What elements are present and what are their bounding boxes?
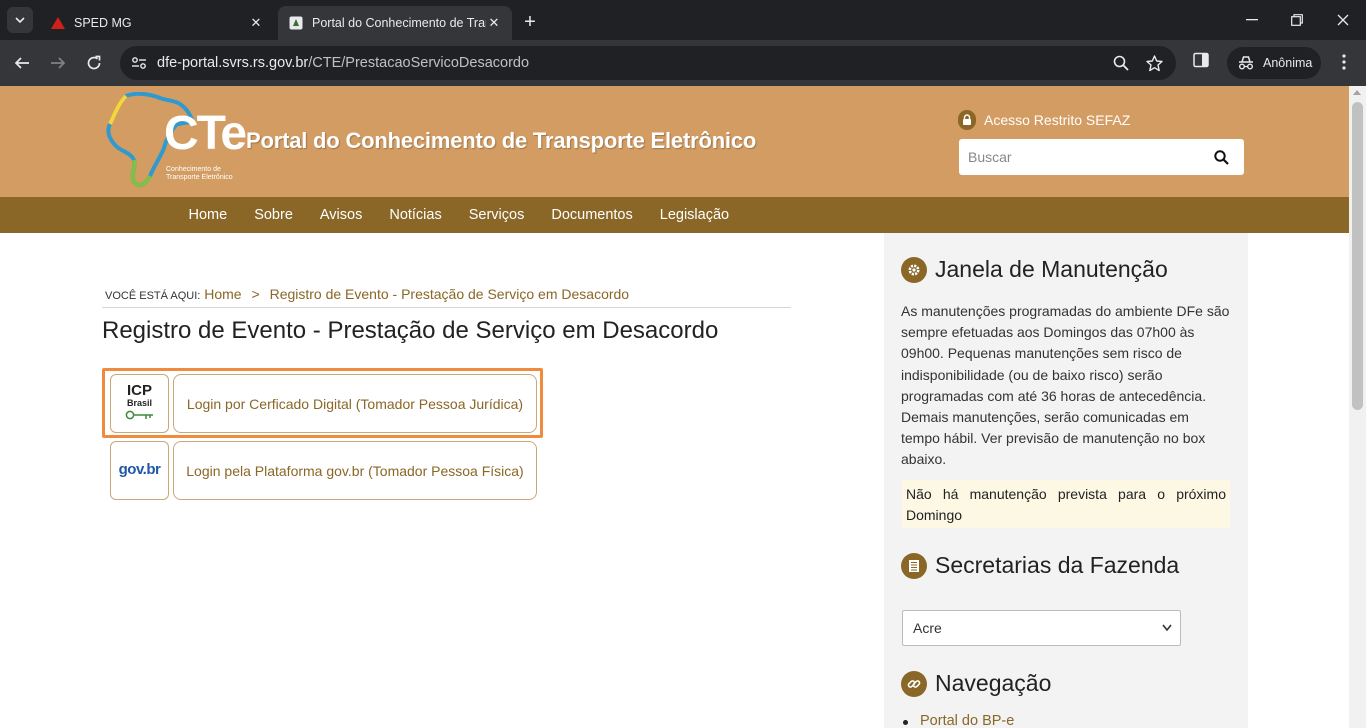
logo-subtext-2: Transporte Eletrônico — [166, 174, 233, 181]
breadcrumb-home-link[interactable]: Home — [204, 286, 241, 302]
reload-icon — [87, 55, 101, 70]
portal-favicon-icon — [288, 15, 304, 31]
list-bullet — [903, 720, 908, 725]
scroll-up-arrow-icon[interactable] — [1353, 90, 1361, 95]
restricted-access-link[interactable]: Acesso Restrito SEFAZ — [958, 110, 1130, 130]
icp-brasil-logo-box[interactable]: ICP Brasil — [110, 374, 169, 433]
maintenance-title: Janela de Manutenção — [935, 256, 1168, 282]
icp-brasil-text: Brasil — [126, 398, 152, 408]
gear-icon — [901, 256, 927, 283]
secretarias-heading: Secretarias da Fazenda — [901, 552, 1179, 579]
address-bar[interactable]: dfe-portal.svrs.rs.gov.br/CTE/PrestacaoS… — [120, 46, 1176, 80]
sped-warning-icon — [50, 15, 66, 31]
menu-item-legislacao[interactable]: Legislação — [646, 197, 742, 233]
search-box — [959, 139, 1244, 175]
search-input[interactable] — [959, 139, 1204, 175]
close-tab-icon[interactable]: ✕ — [248, 15, 264, 31]
breadcrumb-divider — [102, 307, 791, 308]
scrollbar-thumb[interactable] — [1352, 102, 1363, 410]
menu-item-documentos[interactable]: Documentos — [538, 197, 646, 233]
arrow-right-icon — [51, 57, 66, 69]
breadcrumb-separator: > — [251, 286, 260, 302]
url-host: dfe-portal.svrs.rs.gov.br — [157, 55, 309, 71]
maintenance-text: As manutenções programadas do ambiente D… — [901, 303, 1230, 468]
browser-menu-icon[interactable] — [1334, 52, 1354, 72]
page-scrollbar[interactable] — [1349, 86, 1366, 728]
key-icon — [125, 410, 153, 420]
bookmark-star-icon[interactable] — [1144, 53, 1164, 73]
site-header: CTe Conhecimento de Transporte Eletrônic… — [0, 86, 1349, 197]
icp-logo-text: ICP — [126, 382, 152, 399]
chevron-down-icon — [1162, 611, 1172, 659]
logo-text: CTe — [164, 107, 247, 160]
navigation-heading: Navegação — [901, 670, 1051, 697]
page-viewport: CTe Conhecimento de Transporte Eletrônic… — [0, 86, 1366, 728]
tab-sped-mg[interactable]: SPED MG ✕ — [40, 6, 274, 40]
govbr-logo-box[interactable]: gov.br — [110, 441, 169, 500]
menu-item-home[interactable]: Home — [175, 197, 241, 233]
menu-item-servicos[interactable]: Serviços — [455, 197, 538, 233]
new-tab-button[interactable]: + — [518, 10, 542, 34]
govbr-logo-text: gov.br — [118, 461, 161, 478]
minimize-window-icon[interactable] — [1240, 8, 1264, 32]
zoom-icon[interactable] — [1111, 53, 1131, 73]
close-window-icon[interactable] — [1331, 8, 1355, 32]
navigation-list: Portal do BP-e — [903, 713, 1014, 728]
link-icon — [901, 670, 927, 697]
back-button[interactable] — [9, 50, 35, 76]
restricted-access-label: Acesso Restrito SEFAZ — [984, 112, 1131, 128]
side-panel-icon[interactable] — [1193, 52, 1213, 72]
browser-tab-bar: SPED MG ✕ Portal do Conhecimento de Tran… — [0, 0, 1366, 40]
profile-label: Anônima — [1263, 56, 1313, 70]
state-select[interactable]: Acre — [902, 610, 1181, 646]
restore-window-icon[interactable] — [1285, 8, 1309, 32]
cte-logo[interactable]: CTe Conhecimento de Transporte Eletrônic… — [104, 91, 247, 192]
navigation-title: Navegação — [935, 670, 1052, 696]
login-govbr-button[interactable]: Login pela Plataforma gov.br (Tomador Pe… — [173, 441, 537, 500]
menu-item-sobre[interactable]: Sobre — [241, 197, 307, 233]
incognito-icon — [1237, 56, 1255, 70]
url-path: /CTE/PrestacaoServicoDesacordo — [308, 55, 530, 71]
breadcrumb-label: VOCÊ ESTÁ AQUI: — [105, 290, 201, 302]
tab-search-button[interactable] — [7, 7, 33, 33]
logo-subtext-1: Conhecimento de — [166, 166, 221, 173]
chevron-down-icon — [15, 17, 25, 24]
browser-toolbar: dfe-portal.svrs.rs.gov.br/CTE/PrestacaoS… — [0, 40, 1366, 86]
breadcrumb: VOCÊ ESTÁ AQUI: Home > Registro de Event… — [105, 286, 629, 302]
site-settings-icon[interactable] — [130, 54, 148, 72]
menu-item-avisos[interactable]: Avisos — [306, 197, 375, 233]
maintenance-heading: Janela de Manutenção — [901, 256, 1168, 283]
reload-button[interactable] — [81, 50, 107, 76]
arrow-left-icon — [14, 57, 29, 69]
sidebar: Janela de Manutenção As manutenções prog… — [884, 233, 1248, 728]
tab-title: Portal do Conhecimento de Transporte Ele… — [312, 16, 486, 30]
page-title: Registro de Evento - Prestação de Serviç… — [102, 317, 719, 344]
site-title[interactable]: Portal do Conhecimento de Transporte Ele… — [246, 128, 756, 154]
lock-icon — [958, 110, 976, 130]
maintenance-notice: Não há manutenção prevista para o próxim… — [902, 480, 1230, 528]
tab-cte-portal[interactable]: Portal do Conhecimento de Transporte Ele… — [278, 6, 512, 40]
breadcrumb-current-link[interactable]: Registro de Evento - Prestação de Serviç… — [270, 286, 630, 302]
close-tab-icon[interactable]: ✕ — [486, 15, 502, 31]
state-select-value: Acre — [913, 620, 942, 636]
forward-button[interactable] — [45, 50, 71, 76]
secretarias-title: Secretarias da Fazenda — [935, 552, 1180, 578]
building-icon — [901, 552, 927, 579]
nav-link-bpe[interactable]: Portal do BP-e — [920, 713, 1014, 728]
login-certificate-button[interactable]: Login por Cerficado Digital (Tomador Pes… — [173, 374, 537, 433]
tab-title: SPED MG — [74, 16, 132, 30]
search-icon[interactable] — [1211, 147, 1231, 167]
main-menu-bar: Home Sobre Avisos Notícias Serviços Docu… — [0, 197, 1349, 233]
incognito-profile-button[interactable]: Anônima — [1227, 47, 1321, 79]
menu-item-noticias[interactable]: Notícias — [376, 197, 455, 233]
main-menu: Home Sobre Avisos Notícias Serviços Docu… — [175, 197, 743, 233]
url-text: dfe-portal.svrs.rs.gov.br/CTE/PrestacaoS… — [157, 55, 529, 71]
